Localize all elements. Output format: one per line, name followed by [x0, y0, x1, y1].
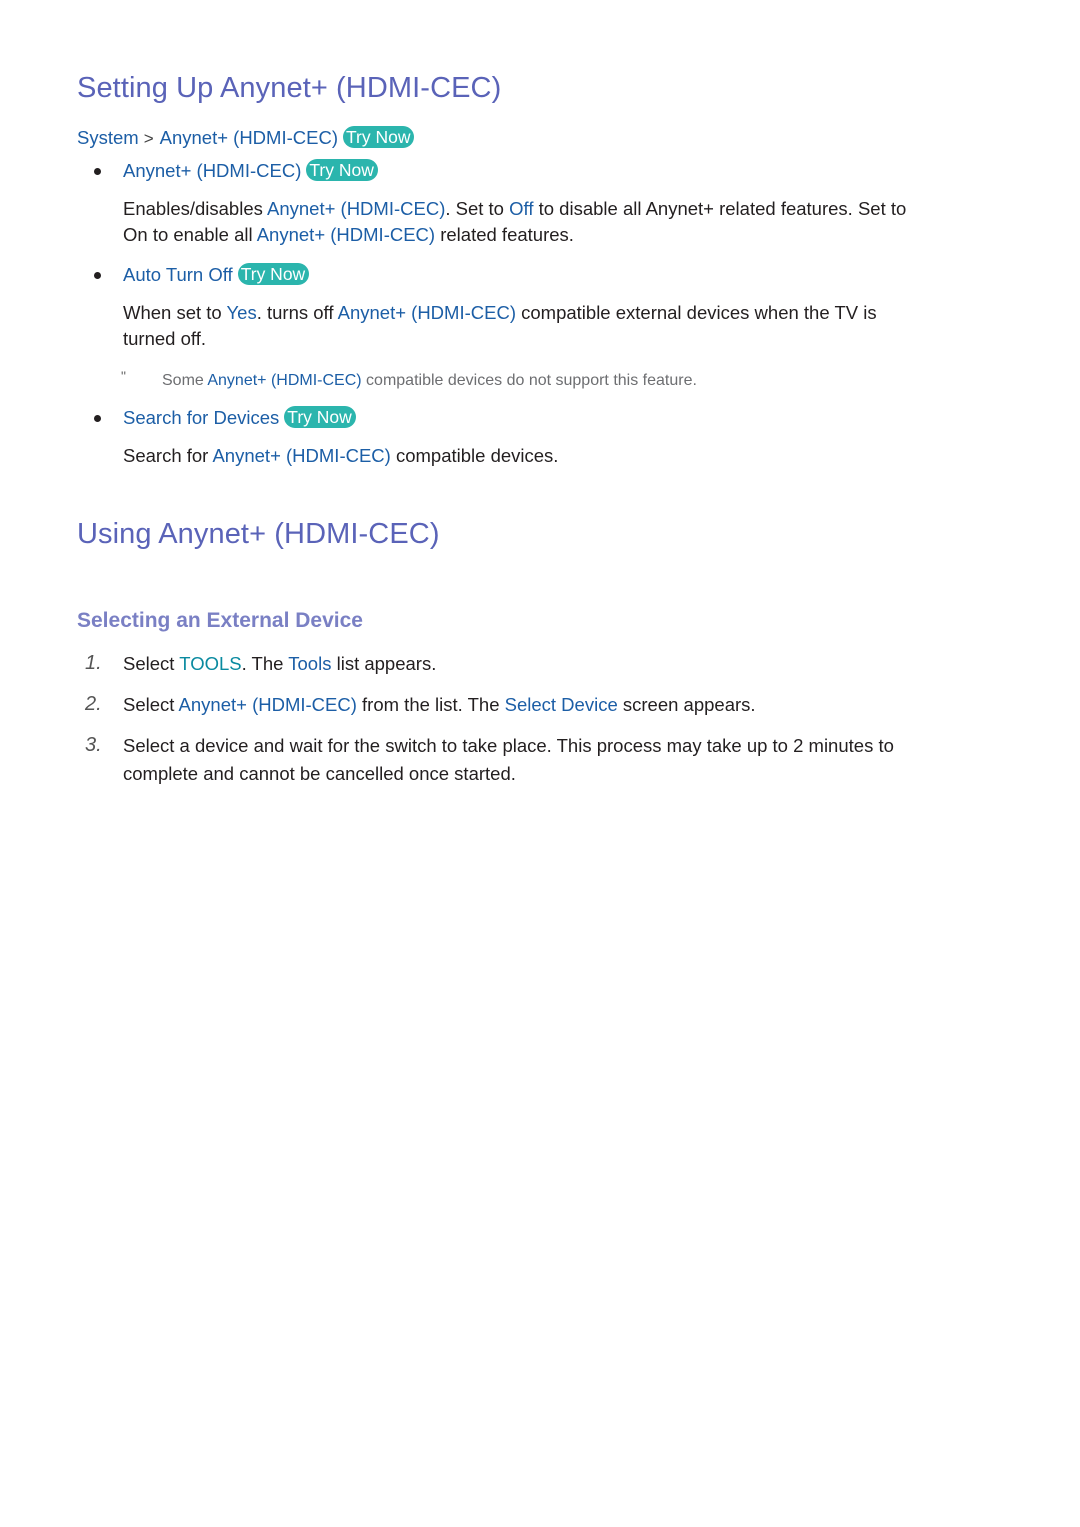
desc-text: . Set to — [445, 198, 510, 219]
step-3-line1: Select a device and wait for the switch … — [123, 735, 894, 756]
item-auto-turn-off-desc-line2: turned off. — [123, 326, 1003, 352]
step-text: list appears. — [331, 653, 437, 674]
note-text-part: Some — [162, 372, 208, 389]
step-3-line2: complete and cannot be cancelled once st… — [123, 763, 516, 784]
desc-text: Enables/disables — [123, 198, 267, 219]
step-number: 2. — [85, 693, 102, 715]
try-now-button[interactable]: Try Now — [237, 263, 310, 285]
step-2: Select Anynet+ (HDMI-CEC) from the list.… — [123, 692, 1003, 718]
bullet-icon — [94, 168, 101, 175]
step-text: Select — [123, 694, 179, 715]
section-title-using: Using Anynet+ (HDMI-CEC) — [77, 518, 440, 550]
item-auto-turn-off-heading: Auto Turn Off Try Now — [123, 262, 1003, 288]
desc-link-anynet[interactable]: Anynet+ (HDMI-CEC) — [338, 302, 516, 323]
step-text: from the list. The — [356, 694, 505, 715]
desc-text: compatible external devices when the TV … — [515, 302, 877, 323]
item-anynet-desc-line2: On to enable all Anynet+ (HDMI-CEC) rela… — [123, 222, 1003, 248]
try-now-button[interactable]: Try Now — [284, 406, 356, 428]
item-anynet-desc-line1: Enables/disables Anynet+ (HDMI-CEC). Set… — [123, 196, 1003, 222]
bullet-icon — [94, 415, 101, 422]
chevron-right-icon: > — [143, 129, 154, 148]
desc-text: turned off. — [123, 328, 206, 349]
try-now-button[interactable]: Try Now — [306, 159, 378, 181]
section-title-setting-up: Setting Up Anynet+ (HDMI-CEC) — [77, 72, 502, 104]
note-icon: " — [121, 368, 126, 384]
try-now-button[interactable]: Try Now — [342, 126, 415, 148]
step-text: Select — [123, 653, 180, 674]
item-anynet-heading: Anynet+ (HDMI-CEC) Try Now — [123, 158, 1003, 184]
note-link-anynet[interactable]: Anynet+ (HDMI-CEC) — [207, 372, 361, 389]
desc-text: When set to — [123, 302, 227, 323]
subsection-title: Selecting an External Device — [77, 609, 363, 632]
item-label[interactable]: Auto Turn Off — [123, 264, 233, 285]
item-auto-turn-off-desc-line1: When set to Yes. turns off Anynet+ (HDMI… — [123, 300, 1003, 326]
item-search-devices-desc: Search for Anynet+ (HDMI-CEC) compatible… — [123, 443, 1003, 469]
step-number: 1. — [85, 652, 102, 674]
desc-option-yes: Yes — [226, 302, 257, 323]
step-link-select-device[interactable]: Select Device — [505, 694, 618, 715]
document-page: Setting Up Anynet+ (HDMI-CEC) System > Any… — [0, 0, 1080, 1527]
item-label[interactable]: Search for Devices — [123, 407, 279, 428]
desc-text: compatible devices. — [390, 445, 559, 466]
step-link-anynet[interactable]: Anynet+ (HDMI-CEC) — [179, 694, 357, 715]
desc-text: On to enable all — [123, 224, 257, 245]
item-label[interactable]: Anynet+ (HDMI-CEC) — [123, 160, 301, 181]
step-1: Select TOOLS. The Tools list appears. — [123, 651, 1003, 677]
breadcrumb-anynet[interactable]: Anynet+ (HDMI-CEC) — [160, 127, 338, 148]
desc-text: Search for — [123, 445, 213, 466]
step-number: 3. — [85, 734, 102, 756]
breadcrumb: System > Anynet+ (HDMI-CEC) Try Now — [77, 125, 415, 152]
step-text: . The — [241, 653, 289, 674]
bullet-icon — [94, 272, 101, 279]
desc-text: to disable all Anynet+ related features.… — [533, 198, 907, 219]
desc-option-off: Off — [509, 198, 534, 219]
desc-text: related features. — [435, 224, 574, 245]
step-button-tools: TOOLS — [179, 653, 242, 674]
step-text: screen appears. — [617, 694, 756, 715]
desc-link-anynet[interactable]: Anynet+ (HDMI-CEC) — [257, 224, 435, 245]
desc-link-anynet[interactable]: Anynet+ (HDMI-CEC) — [267, 198, 445, 219]
item-search-devices-heading: Search for Devices Try Now — [123, 405, 1003, 431]
desc-text: . turns off — [256, 302, 338, 323]
step-link-tools[interactable]: Tools — [288, 653, 331, 674]
breadcrumb-system[interactable]: System — [77, 127, 139, 148]
note-text: Some Anynet+ (HDMI-CEC) compatible devic… — [162, 370, 697, 392]
desc-link-anynet[interactable]: Anynet+ (HDMI-CEC) — [212, 445, 390, 466]
note-text-part: compatible devices do not support this f… — [361, 372, 697, 389]
